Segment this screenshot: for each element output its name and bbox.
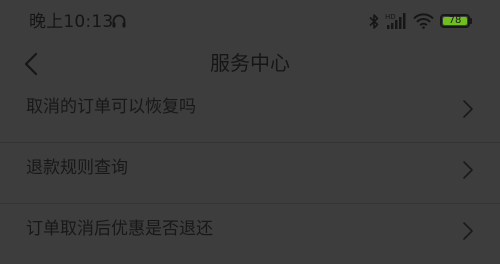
- status-time: 晚上10:13: [29, 12, 114, 32]
- title-bar: 服务中心: [0, 44, 500, 82]
- chevron-right-icon: [463, 161, 473, 179]
- faq-item-label: 退款规则查询: [26, 158, 128, 178]
- bluetooth-icon: [369, 14, 379, 29]
- battery-icon: 78: [440, 14, 470, 28]
- status-bar: 晚上10:13 HD 78: [0, 0, 500, 44]
- page-title: 服务中心: [210, 51, 290, 75]
- chevron-right-icon: [463, 222, 473, 240]
- faq-item-label: 取消的订单可以恢复吗: [26, 97, 196, 117]
- battery-cap: [470, 18, 472, 24]
- headset-icon: [112, 14, 126, 28]
- faq-item-label: 订单取消后优惠是否退还: [26, 219, 213, 239]
- faq-item-discount-refund[interactable]: 订单取消后优惠是否退还: [0, 204, 500, 264]
- svg-text:HD: HD: [385, 13, 396, 21]
- faq-item-restore-order[interactable]: 取消的订单可以恢复吗: [0, 82, 500, 143]
- faq-item-refund-rules[interactable]: 退款规则查询: [0, 143, 500, 204]
- chevron-right-icon: [463, 100, 473, 118]
- faq-list: 取消的订单可以恢复吗 退款规则查询 订单取消后优惠是否退还: [0, 82, 500, 264]
- battery-level: 78: [448, 15, 462, 26]
- wifi-icon: [413, 13, 434, 29]
- signal-icon: HD: [385, 13, 406, 29]
